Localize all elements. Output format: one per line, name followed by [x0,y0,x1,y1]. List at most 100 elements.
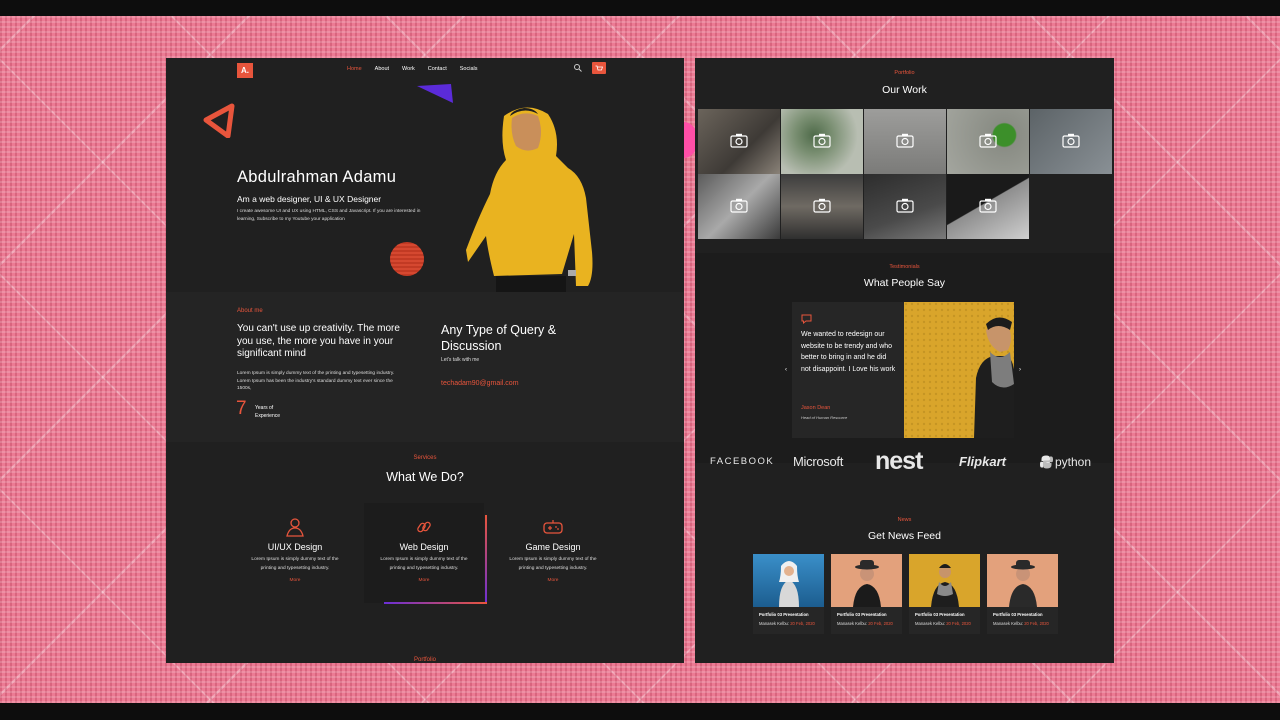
testimonial-next-button[interactable]: › [1019,367,1021,373]
brand-python: python [1055,455,1092,469]
triangle-decoration [203,103,235,138]
service-card-game[interactable]: Game Design Lorem Ipsum is simply dummy … [493,503,613,603]
nav-contact[interactable]: Contact [428,66,447,72]
testimonial-role: Head of Human Resource [801,415,848,420]
news-date: 20 Feb, 2020 [790,621,815,626]
gamepad-icon [543,520,563,534]
news-thumbnail [909,554,980,607]
brand-logos: FACEBOOK Microsoft nest Flipkart python [695,447,1114,487]
news-card[interactable]: Portfolio 03 Presentation Manasek Kelbu:… [831,554,902,634]
contact-email-link[interactable]: techadam90@gmail.com [441,380,519,387]
hero-role: Am a web designer, UI & UX Designer [237,194,382,204]
camera-icon [813,198,831,213]
portfolio-title: Our Work [882,84,927,96]
camera-icon [896,198,914,213]
nav-about[interactable]: About [375,66,389,72]
search-icon[interactable] [573,63,583,73]
about-label: About me [237,308,263,314]
gallery-tile[interactable] [698,109,780,174]
news-card-title: Portfolio 03 Presentation [759,612,809,617]
news-thumbnail [987,554,1058,607]
service-more-link[interactable]: More [493,578,613,583]
gallery-tile-empty [1030,174,1112,239]
years-label: Years of Experience [255,405,281,419]
gallery-tile[interactable] [781,109,863,174]
testimonial-author: Jason Dean [801,405,831,411]
news-date: 20 Feb, 2020 [946,621,971,626]
landing-page-preview: A. Home About Work Contact Socials Abdul… [166,58,684,663]
news-card[interactable]: Portfolio 03 Presentation Manasek Kelbu:… [753,554,824,634]
camera-icon [979,133,997,148]
service-more-link[interactable]: More [235,578,355,583]
purple-triangle-decoration [417,84,453,103]
camera-icon [813,133,831,148]
gallery-tile[interactable] [1030,109,1112,174]
service-card-web[interactable]: Web Design Lorem Ipsum is simply dummy t… [364,503,484,603]
python-logo-icon [1040,455,1053,469]
gradient-border-bottom [384,602,487,604]
news-card-title: Portfolio 03 Presentation [837,612,887,617]
top-letterbox [0,0,1280,16]
gallery-tile[interactable] [947,174,1029,239]
gradient-border-right [485,515,487,604]
gallery-tile[interactable] [781,174,863,239]
news-card[interactable]: Portfolio 03 Presentation Manasek Kelbu:… [909,554,980,634]
service-description: Lorem Ipsum is simply dummy text of the … [251,557,339,571]
gallery-tile[interactable] [698,174,780,239]
testimonials-title: What People Say [863,277,946,289]
cart-button[interactable] [592,62,606,74]
services-title: What We Do? [386,470,464,484]
news-card-title: Portfolio 03 Presentation [915,612,965,617]
camera-icon [730,133,748,148]
portfolio-label-peek: Portfolio [413,657,436,663]
news-date: 20 Feb, 2020 [868,621,893,626]
service-description: Lorem Ipsum is simply dummy text of the … [380,557,468,571]
gallery-tile[interactable] [864,109,946,174]
service-name: Game Design [525,542,581,552]
service-more-link[interactable]: More [364,578,484,583]
brand-flipkart: Flipkart [959,454,1006,469]
camera-icon [730,198,748,213]
nav-socials[interactable]: Socials [460,66,478,72]
testimonials-label: Testimonials [889,264,920,270]
quote-icon [801,314,812,324]
gallery-tile[interactable] [864,174,946,239]
camera-icon [1062,133,1080,148]
service-name: UI/UX Design [267,542,323,552]
testimonial-quote: We wanted to redesign our website to be … [801,331,896,373]
service-card-uiux[interactable]: UI/UX Design Lorem Ipsum is simply dummy… [235,503,355,603]
striped-circle-decoration [390,242,424,276]
portfolio-label: Portfolio [894,70,915,76]
portfolio-page-preview: Portfolio Our Work Testimonials What Peo… [695,58,1114,663]
news-author: Manasek Kelbu: [993,621,1024,626]
service-description: Lorem Ipsum is simply dummy text of the … [509,557,597,571]
nav-home[interactable]: Home [347,66,362,72]
news-card-meta: Manasek Kelbu: 20 Feb, 2020 [993,621,1058,626]
site-logo[interactable]: A. [237,63,253,78]
news-author: Manasek Kelbu: [759,621,790,626]
about-text: Lorem Ipsum is simply dummy text of the … [237,371,395,391]
brand-microsoft: Microsoft [793,454,844,469]
years-number: 7 [236,398,247,419]
news-card-meta: Manasek Kelbu: 20 Feb, 2020 [837,621,902,626]
user-icon [286,518,304,537]
news-card-title: Portfolio 03 Presentation [993,612,1043,617]
testimonial-prev-button[interactable]: ‹ [785,367,787,373]
testimonial-photo [904,302,1014,438]
camera-icon [896,133,914,148]
brand-nest: nest [875,447,923,475]
news-card-meta: Manasek Kelbu: 20 Feb, 2020 [915,621,980,626]
news-title: Get News Feed [868,530,941,542]
hero-description: I create awesome UI and UX using HTML, C… [237,209,421,222]
query-heading: Any Type of Query & Discussion [441,323,557,353]
news-card[interactable]: Portfolio 03 Presentation Manasek Kelbu:… [987,554,1058,634]
brand-facebook: FACEBOOK [710,456,775,467]
query-subtitle: Let's talk with me [441,357,480,363]
news-author: Manasek Kelbu: [915,621,946,626]
services-label: Services [413,455,437,461]
about-heading: You can't use up creativity. The more yo… [237,323,400,359]
nav-work[interactable]: Work [402,66,415,72]
camera-icon [979,198,997,213]
gallery-tile[interactable] [947,109,1029,174]
news-card-meta: Manasek Kelbu: 20 Feb, 2020 [759,621,824,626]
